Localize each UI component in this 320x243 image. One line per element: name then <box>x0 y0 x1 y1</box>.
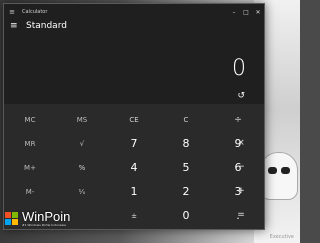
digit-5-button[interactable]: 5 <box>160 155 212 180</box>
window-title: Calculator <box>22 9 48 15</box>
multiply-button[interactable]: × <box>215 130 267 155</box>
corner-caption: Executive <box>269 234 294 240</box>
minimize-button[interactable]: – <box>228 9 240 16</box>
digit-7-button[interactable]: 7 <box>108 131 160 156</box>
equals-button[interactable]: = <box>215 202 267 227</box>
digit-1-button[interactable]: 1 <box>108 179 160 204</box>
clear-button[interactable]: C <box>160 107 212 132</box>
digit-8-button[interactable]: 8 <box>160 131 212 156</box>
helmet-eye-left <box>268 167 277 174</box>
memory-store-button[interactable]: MS <box>56 107 108 132</box>
percent-button[interactable]: % <box>56 155 108 180</box>
memory-add-button[interactable]: M+ <box>4 155 56 180</box>
square-root-button[interactable]: √ <box>56 131 108 156</box>
digit-0-button[interactable]: 0 <box>160 203 212 228</box>
system-menu-icon[interactable]: ≡ <box>4 8 20 16</box>
digit-2-button[interactable]: 2 <box>160 179 212 204</box>
history-icon[interactable]: ↺ <box>237 91 245 101</box>
memory-recall-button[interactable]: MR <box>4 131 56 156</box>
close-button[interactable]: ✕ <box>252 9 264 16</box>
memory-subtract-button[interactable]: M- <box>4 179 56 204</box>
plus-button[interactable]: + <box>215 178 267 203</box>
maximize-button[interactable]: □ <box>240 9 252 16</box>
helmet-eye-right <box>281 167 290 174</box>
watermark: WinPoin #1 Windows Portal Indonesia <box>5 210 70 227</box>
watermark-tagline: #1 Windows Portal Indonesia <box>22 223 66 227</box>
digit-4-button[interactable]: 4 <box>108 155 160 180</box>
mode-label: Standard <box>26 21 67 31</box>
windows-logo-icon <box>5 211 19 226</box>
hamburger-menu-icon[interactable]: ≡ <box>10 21 22 31</box>
divide-button[interactable]: ÷ <box>212 107 264 132</box>
watermark-brand: WinPoin <box>22 209 71 224</box>
title-bar[interactable]: ≡ Calculator – □ ✕ <box>4 4 264 20</box>
reciprocal-button[interactable]: ¹⁄ₓ <box>56 179 108 204</box>
clear-entry-button[interactable]: CE <box>108 107 160 132</box>
result-display: 0 <box>232 56 246 81</box>
minus-button[interactable]: − <box>215 154 267 179</box>
memory-clear-button[interactable]: MC <box>4 107 56 132</box>
mode-header: ≡ Standard <box>10 21 67 31</box>
negate-button[interactable]: ± <box>108 203 160 228</box>
